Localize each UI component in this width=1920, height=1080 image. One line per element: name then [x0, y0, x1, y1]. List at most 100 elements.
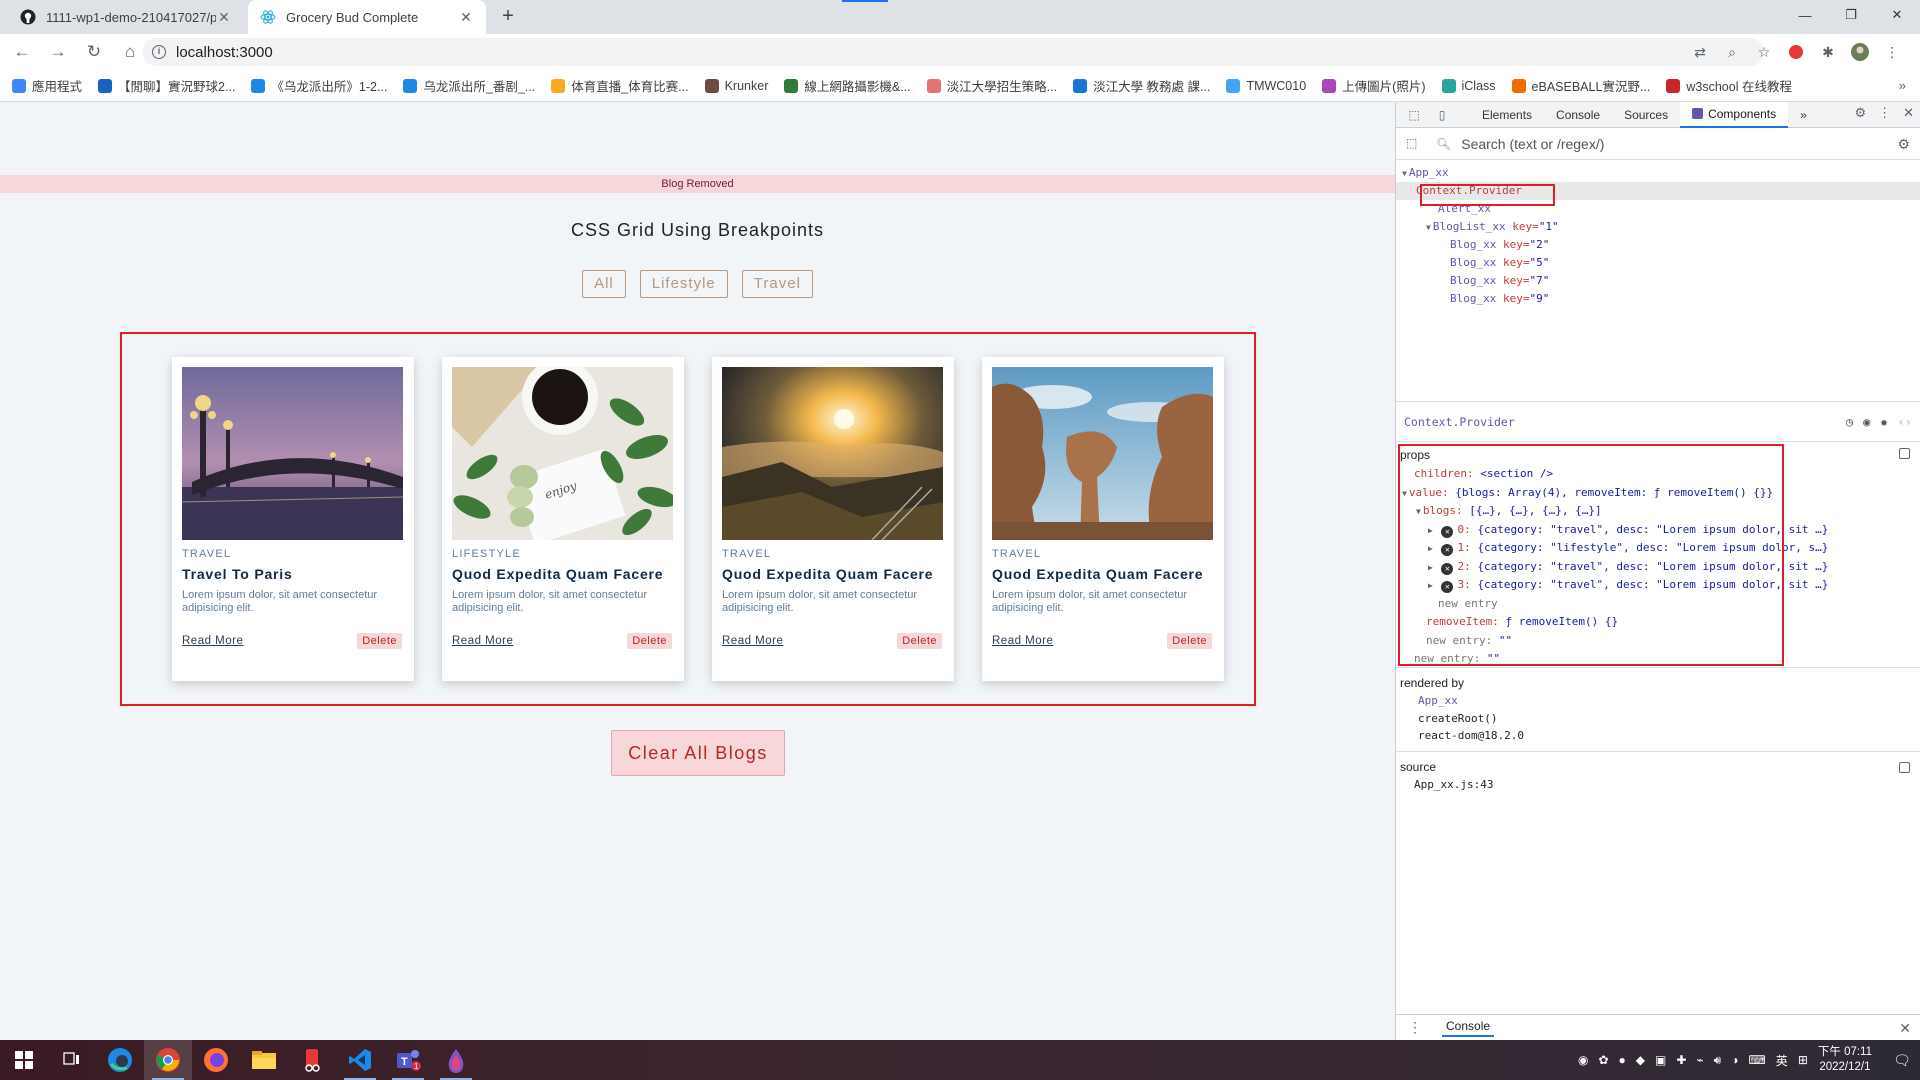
clock[interactable]: 下午 07:11 2022/12/1	[1818, 1045, 1872, 1075]
tree-node-blog[interactable]: Blog_xx key="7"	[1396, 272, 1920, 290]
close-devtools-icon[interactable]: ✕	[1903, 105, 1914, 121]
tab-elements[interactable]: Elements	[1470, 102, 1544, 128]
keyboard-icon[interactable]: ⌨	[1748, 1053, 1765, 1067]
tray-app-icon[interactable]: ✿	[1598, 1053, 1608, 1067]
close-icon[interactable]: ✕	[216, 9, 232, 26]
rendered-by-app-link[interactable]: App_xx	[1400, 692, 1920, 710]
settings-icon[interactable]: ⚙	[1897, 136, 1910, 153]
new-tab-button[interactable]: +	[496, 5, 520, 29]
filter-lifestyle-button[interactable]: Lifestyle	[639, 270, 728, 298]
bookmark-item[interactable]: 体育直播_体育比赛...	[551, 76, 689, 95]
bookmark-item[interactable]: eBASEBALL實況野...	[1511, 76, 1650, 95]
bookmark-item[interactable]: 淡江大學 教務處 課...	[1073, 76, 1210, 95]
bookmark-item[interactable]: 上傳圖片(照片)	[1322, 76, 1426, 95]
tray-app-icon[interactable]: ◆	[1636, 1053, 1645, 1067]
tab-sources[interactable]: Sources	[1612, 102, 1680, 128]
copy-icon[interactable]	[1899, 761, 1910, 773]
home-icon[interactable]: ⌂	[116, 38, 144, 66]
read-more-link[interactable]: Read More	[182, 635, 243, 647]
search-input[interactable]: Search (text or /regex/)	[1461, 136, 1604, 152]
zoom-icon[interactable]: ⌕	[1722, 42, 1742, 62]
task-view-icon[interactable]	[48, 1040, 96, 1080]
back-icon[interactable]: ←	[8, 38, 36, 66]
tray-app-icon[interactable]: ✚	[1676, 1053, 1686, 1067]
bug-icon[interactable]: ✹	[1880, 415, 1887, 429]
drawer-menu-icon[interactable]: ⋮	[1408, 1019, 1422, 1036]
tree-node-blog[interactable]: Blog_xx key="5"	[1396, 254, 1920, 272]
close-window-icon[interactable]: ✕	[1874, 0, 1920, 30]
bookmark-item[interactable]: 《乌龙派出所》1-2...	[251, 76, 387, 95]
steam-icon[interactable]: ◉	[1578, 1053, 1588, 1067]
expand-icon[interactable]: ▼	[1402, 169, 1407, 178]
more-tabs-icon[interactable]: »	[1788, 102, 1819, 128]
expand-icon[interactable]: ▼	[1426, 223, 1431, 232]
nvidia-icon[interactable]: ▣	[1655, 1053, 1666, 1067]
edge-icon[interactable]	[96, 1040, 144, 1080]
settings-icon[interactable]: ⚙	[1854, 105, 1866, 121]
tray-app-icon[interactable]: ●	[1619, 1053, 1626, 1067]
read-more-link[interactable]: Read More	[452, 635, 513, 647]
minimize-icon[interactable]: —	[1782, 0, 1828, 30]
inspect-icon[interactable]: ⬚	[1404, 105, 1424, 125]
network-icon[interactable]: ⌁	[1696, 1053, 1703, 1067]
extension-red-icon[interactable]	[1786, 42, 1806, 62]
teams-icon[interactable]: T1	[384, 1040, 432, 1080]
restore-icon[interactable]: ❐	[1828, 0, 1874, 30]
bookmark-item[interactable]: TMWC010	[1226, 78, 1306, 93]
tree-node-blog[interactable]: Blog_xx key="9"	[1396, 290, 1920, 308]
copy-icon[interactable]	[1899, 448, 1910, 459]
code-icon[interactable]: ‹›	[1898, 415, 1912, 429]
bookmark-item[interactable]: w3school 在线教程	[1666, 76, 1792, 95]
snipping-tool-icon[interactable]	[288, 1040, 336, 1080]
console-drawer-tab[interactable]: Console	[1442, 1019, 1495, 1037]
tab-components[interactable]: Components	[1680, 101, 1789, 128]
delete-button[interactable]: Delete	[897, 633, 942, 649]
bookmark-item[interactable]: Krunker	[704, 78, 768, 93]
read-more-link[interactable]: Read More	[722, 635, 783, 647]
filter-all-button[interactable]: All	[582, 270, 626, 298]
tray-app-icon[interactable]: ⊞	[1798, 1053, 1808, 1067]
star-icon[interactable]: ☆	[1754, 42, 1774, 62]
forward-icon[interactable]: →	[44, 38, 72, 66]
translate-icon[interactable]: ⇄	[1690, 42, 1710, 62]
kebab-menu-icon[interactable]: ⋮	[1878, 105, 1891, 121]
address-bar[interactable]: i localhost:3000	[142, 38, 1764, 66]
windows-start-icon[interactable]	[0, 1040, 48, 1080]
tree-node-app[interactable]: ▼ App_xx	[1396, 164, 1920, 182]
file-explorer-icon[interactable]	[240, 1040, 288, 1080]
tree-node-blog[interactable]: Blog_xx key="2"	[1396, 236, 1920, 254]
volume-icon[interactable]: 🔊︎	[1714, 1053, 1722, 1068]
tree-node-bloglist[interactable]: ▼ BlogList_xx key="1"	[1396, 218, 1920, 236]
delete-button[interactable]: Delete	[627, 633, 672, 649]
chrome-icon[interactable]	[144, 1040, 192, 1080]
bookmark-item[interactable]: iClass	[1441, 78, 1496, 93]
browser-tab-grocery[interactable]: Grocery Bud Complete ✕	[248, 0, 486, 34]
browser-tab-github[interactable]: 1111-wp1-demo-210417027/p ✕	[8, 0, 244, 34]
bookmark-item[interactable]: 【閒聊】實況野球2...	[98, 76, 235, 95]
bookmarks-overflow-icon[interactable]: »	[1899, 78, 1906, 93]
read-more-link[interactable]: Read More	[992, 635, 1053, 647]
app-drop-icon[interactable]	[432, 1040, 480, 1080]
eye-icon[interactable]: ◉	[1863, 415, 1870, 429]
device-toggle-icon[interactable]: ▯	[1432, 105, 1452, 125]
vscode-icon[interactable]	[336, 1040, 384, 1080]
tray-app-icon[interactable]: ◑	[1731, 1053, 1738, 1067]
filter-travel-button[interactable]: Travel	[741, 270, 813, 298]
firefox-icon[interactable]	[192, 1040, 240, 1080]
source-location[interactable]: App_xx.js:43	[1400, 776, 1920, 794]
puzzle-icon[interactable]: ✱	[1818, 42, 1838, 62]
reload-icon[interactable]: ↻	[80, 38, 108, 66]
bookmark-item[interactable]: 淡江大學招生策略...	[926, 76, 1057, 95]
delete-button[interactable]: Delete	[357, 633, 402, 649]
close-drawer-icon[interactable]: ✕	[1899, 1020, 1911, 1037]
info-icon[interactable]: i	[152, 45, 166, 59]
notification-icon[interactable]: 🗨︎	[1884, 1040, 1920, 1080]
bookmark-item[interactable]: 線上網路攝影機&...	[784, 76, 911, 95]
close-icon[interactable]: ✕	[458, 9, 474, 26]
bookmark-item[interactable]: 應用程式	[12, 76, 82, 95]
bookmark-item[interactable]: 乌龙派出所_番剧_...	[403, 76, 535, 95]
tab-console[interactable]: Console	[1544, 102, 1612, 128]
delete-button[interactable]: Delete	[1167, 633, 1212, 649]
clear-all-blogs-button[interactable]: Clear All Blogs	[611, 730, 785, 776]
avatar[interactable]	[1850, 42, 1870, 62]
